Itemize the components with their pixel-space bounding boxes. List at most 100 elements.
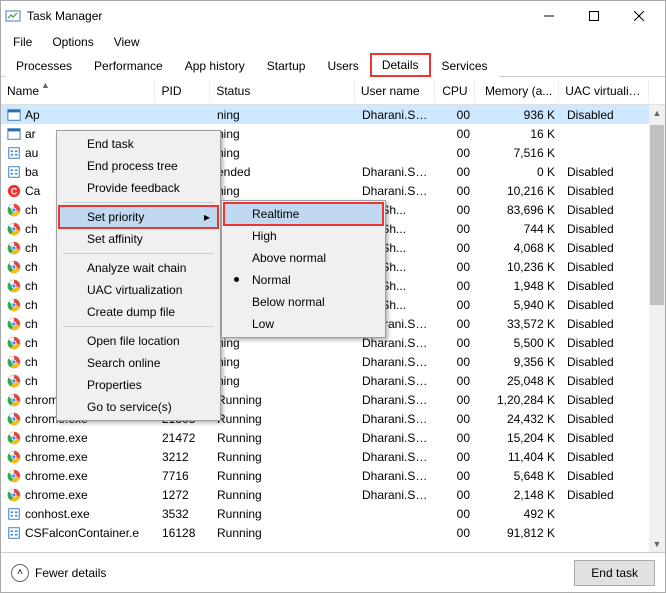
menu-priority-high[interactable]: High [224, 225, 383, 247]
cell-name: ar [25, 127, 36, 141]
cell-name: Ca [25, 184, 40, 198]
cell-name: chrome.exe [25, 431, 88, 445]
tab-bar: Processes Performance App history Startu… [1, 53, 665, 77]
menu-open-location[interactable]: Open file location [59, 330, 218, 352]
table-row[interactable]: chrome.exe21472RunningDharani.Sh...0015,… [1, 428, 665, 447]
scrollbar-thumb[interactable] [650, 125, 664, 305]
cell-name: ch [25, 241, 38, 255]
cell-uac [561, 529, 651, 537]
context-menu-priority: Realtime High Above normal Normal Below … [221, 200, 386, 338]
tab-services[interactable]: Services [431, 55, 499, 77]
cell-name: conhost.exe [25, 507, 90, 521]
col-header-cpu[interactable]: CPU [435, 80, 475, 102]
menu-set-priority[interactable]: Set priority▸ [59, 206, 218, 228]
cell-name: Ap [25, 108, 40, 122]
tab-users[interactable]: Users [316, 55, 369, 77]
cell-uac [561, 130, 651, 138]
menu-file[interactable]: File [5, 33, 40, 51]
cell-name: ch [25, 260, 38, 274]
cell-user [356, 529, 436, 537]
maximize-button[interactable] [571, 1, 616, 31]
menu-properties[interactable]: Properties [59, 374, 218, 396]
scroll-down-icon[interactable]: ▼ [649, 536, 665, 552]
cell-status: Running [211, 522, 356, 543]
separator [63, 326, 214, 327]
context-menu-process: End task End process tree Provide feedba… [56, 130, 221, 421]
cell-name: ba [25, 165, 38, 179]
table-row[interactable]: CSFalconContainer.e16128Running0091,812 … [1, 523, 665, 542]
menu-end-task[interactable]: End task [59, 133, 218, 155]
bullet-icon [234, 277, 239, 282]
menu-view[interactable]: View [106, 33, 148, 51]
cell-name: ch [25, 298, 38, 312]
menu-search-online[interactable]: Search online [59, 352, 218, 374]
menu-go-to-services[interactable]: Go to service(s) [59, 396, 218, 418]
col-header-name[interactable]: Name▲ [1, 80, 155, 102]
cell-memory: 91,812 K [476, 522, 561, 543]
menu-end-tree[interactable]: End process tree [59, 155, 218, 177]
cell-name: CSFalconContainer.e [25, 526, 139, 540]
cell-user [356, 130, 436, 138]
menu-create-dump[interactable]: Create dump file [59, 301, 218, 323]
col-header-user[interactable]: User name [355, 80, 435, 102]
tab-startup[interactable]: Startup [256, 55, 317, 77]
cell-uac: Disabled [561, 105, 651, 126]
tab-app-history[interactable]: App history [174, 55, 256, 77]
chevron-up-icon: ˄ [11, 564, 29, 582]
cell-name: ch [25, 317, 38, 331]
window-title: Task Manager [27, 9, 526, 23]
scroll-up-icon[interactable]: ▲ [649, 105, 665, 121]
menu-uac-virt[interactable]: UAC virtualization [59, 279, 218, 301]
menu-set-affinity[interactable]: Set affinity [59, 228, 218, 250]
cell-user [356, 149, 436, 157]
table-row[interactable]: conhost.exe3532Running00492 K [1, 504, 665, 523]
cell-pid [156, 111, 211, 119]
table-row[interactable]: ApningDharani.Sh...00936 KDisabled [1, 105, 665, 124]
separator [63, 253, 214, 254]
tab-processes[interactable]: Processes [5, 55, 83, 77]
cell-name: chrome.exe [25, 450, 88, 464]
col-header-memory[interactable]: Memory (a... [475, 80, 560, 102]
cell-name: au [25, 146, 38, 160]
scrollbar-vertical[interactable]: ▲ ▼ [649, 105, 665, 552]
fewer-details-button[interactable]: ˄ Fewer details [11, 564, 106, 582]
cell-user [356, 510, 436, 518]
cell-pid: 16128 [156, 522, 211, 543]
tab-performance[interactable]: Performance [83, 55, 174, 77]
menu-priority-low[interactable]: Low [224, 313, 383, 335]
cell-uac [561, 149, 651, 157]
submenu-arrow-icon: ▸ [204, 210, 210, 224]
cell-name: chrome.exe [25, 469, 88, 483]
statusbar: ˄ Fewer details End task [1, 552, 665, 592]
menu-priority-realtime[interactable]: Realtime [224, 203, 383, 225]
sort-asc-icon: ▲ [41, 80, 50, 90]
table-row[interactable]: chrome.exe7716RunningDharani.Sh...005,64… [1, 466, 665, 485]
cell-name: chrome.exe [25, 488, 88, 502]
tab-details[interactable]: Details [370, 53, 431, 77]
cell-name: ch [25, 203, 38, 217]
cell-name: ch [25, 355, 38, 369]
col-header-status[interactable]: Status [210, 80, 355, 102]
cell-uac: Disabled [561, 484, 651, 506]
menu-priority-above-normal[interactable]: Above normal [224, 247, 383, 269]
col-header-pid[interactable]: PID [155, 80, 210, 102]
menu-priority-below-normal[interactable]: Below normal [224, 291, 383, 313]
close-button[interactable] [616, 1, 661, 31]
table-row[interactable]: chrome.exe1272RunningDharani.Sh...002,14… [1, 485, 665, 504]
table-row[interactable]: chrome.exe3212RunningDharani.Sh...0011,4… [1, 447, 665, 466]
end-task-button[interactable]: End task [574, 560, 655, 586]
titlebar[interactable]: Task Manager [1, 1, 665, 31]
col-header-uac[interactable]: UAC virtualizat... [559, 80, 649, 102]
cell-uac [561, 510, 651, 518]
menubar: File Options View [1, 31, 665, 53]
menu-priority-normal[interactable]: Normal [224, 269, 383, 291]
menu-feedback[interactable]: Provide feedback [59, 177, 218, 199]
cell-name: ch [25, 336, 38, 350]
svg-text:C: C [11, 186, 18, 196]
menu-analyze-wait[interactable]: Analyze wait chain [59, 257, 218, 279]
cell-name: ch [25, 374, 38, 388]
menu-options[interactable]: Options [44, 33, 101, 51]
cell-user: Dharani.Sh... [356, 105, 436, 126]
cell-name: ch [25, 279, 38, 293]
minimize-button[interactable] [526, 1, 571, 31]
